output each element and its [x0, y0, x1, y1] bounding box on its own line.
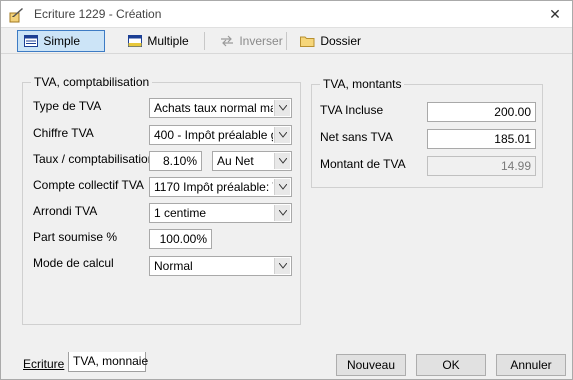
window-title: Ecriture 1229 - Création — [34, 7, 162, 21]
compte-collectif-label: Compte collectif TVA — [33, 178, 144, 192]
dossier-button[interactable]: Dossier — [293, 30, 368, 52]
taux-input[interactable]: 8.10% — [149, 151, 202, 171]
chiffre-tva-select[interactable]: 400 - Impôt préalable gre — [149, 125, 292, 145]
simple-button[interactable]: Simple — [17, 30, 105, 52]
chevron-down-icon — [274, 179, 290, 195]
multiple-button[interactable]: Multiple — [121, 30, 196, 52]
part-soumise-input[interactable]: 100.00% — [149, 229, 212, 249]
chevron-down-icon — [274, 100, 290, 116]
arrondi-tva-select[interactable]: 1 centime — [149, 203, 292, 223]
taux-comptabilisation-label: Taux / comptabilisation — [33, 152, 155, 166]
annuler-button[interactable]: Annuler — [496, 354, 566, 376]
dialog-window: Ecriture 1229 - Création ✕ Simple Multip… — [0, 0, 573, 380]
tva-incluse-input[interactable]: 200.00 — [427, 102, 536, 122]
part-soumise-label: Part soumise % — [33, 230, 118, 244]
compte-collectif-select[interactable]: 1170 Impôt préalable: TV — [149, 177, 292, 197]
swap-arrows-icon — [221, 35, 233, 47]
tab-ecriture[interactable]: Ecriture — [19, 355, 68, 375]
folder-icon — [300, 36, 315, 47]
tva-montants-legend: TVA, montants — [320, 77, 405, 91]
net-sans-tva-label: Net sans TVA — [320, 130, 393, 144]
type-tva-label: Type de TVA — [33, 99, 102, 113]
tab-tva-monnaie[interactable]: TVA, monnaie — [68, 352, 148, 372]
chevron-down-icon — [274, 258, 290, 274]
comptabilisation-select[interactable]: Au Net — [212, 151, 292, 171]
net-sans-tva-input[interactable]: 185.01 — [427, 129, 536, 149]
mode-calcul-label: Mode de calcul — [33, 256, 114, 270]
multiple-icon — [128, 35, 142, 47]
close-icon[interactable]: ✕ — [546, 5, 564, 23]
tva-comptabilisation-legend: TVA, comptabilisation — [31, 75, 153, 89]
chevron-down-icon — [274, 153, 290, 169]
montant-tva-label: Montant de TVA — [320, 157, 406, 171]
chevron-down-icon — [274, 205, 290, 221]
chiffre-tva-label: Chiffre TVA — [33, 126, 94, 140]
inverser-button[interactable]: Inverser — [213, 30, 290, 52]
ok-button[interactable]: OK — [416, 354, 486, 376]
simple-icon — [24, 35, 38, 47]
nouveau-button[interactable]: Nouveau — [336, 354, 406, 376]
dossier-label: Dossier — [320, 34, 362, 48]
app-icon — [8, 7, 24, 23]
toolbar: Simple Multiple Inverser Dossier — [1, 28, 572, 54]
chevron-down-icon — [274, 127, 290, 143]
montant-tva-field: 14.99 — [427, 156, 536, 176]
simple-label: Simple — [43, 34, 81, 48]
toolbar-separator — [286, 32, 287, 50]
toolbar-separator — [204, 32, 205, 50]
arrondi-tva-label: Arrondi TVA — [33, 204, 98, 218]
multiple-label: Multiple — [147, 34, 189, 48]
tva-incluse-label: TVA Incluse — [320, 103, 384, 117]
mode-calcul-select[interactable]: Normal — [149, 256, 292, 276]
title-bar: Ecriture 1229 - Création ✕ — [1, 1, 572, 28]
inverser-label: Inverser — [239, 34, 283, 48]
type-tva-select[interactable]: Achats taux normal matiè — [149, 98, 292, 118]
